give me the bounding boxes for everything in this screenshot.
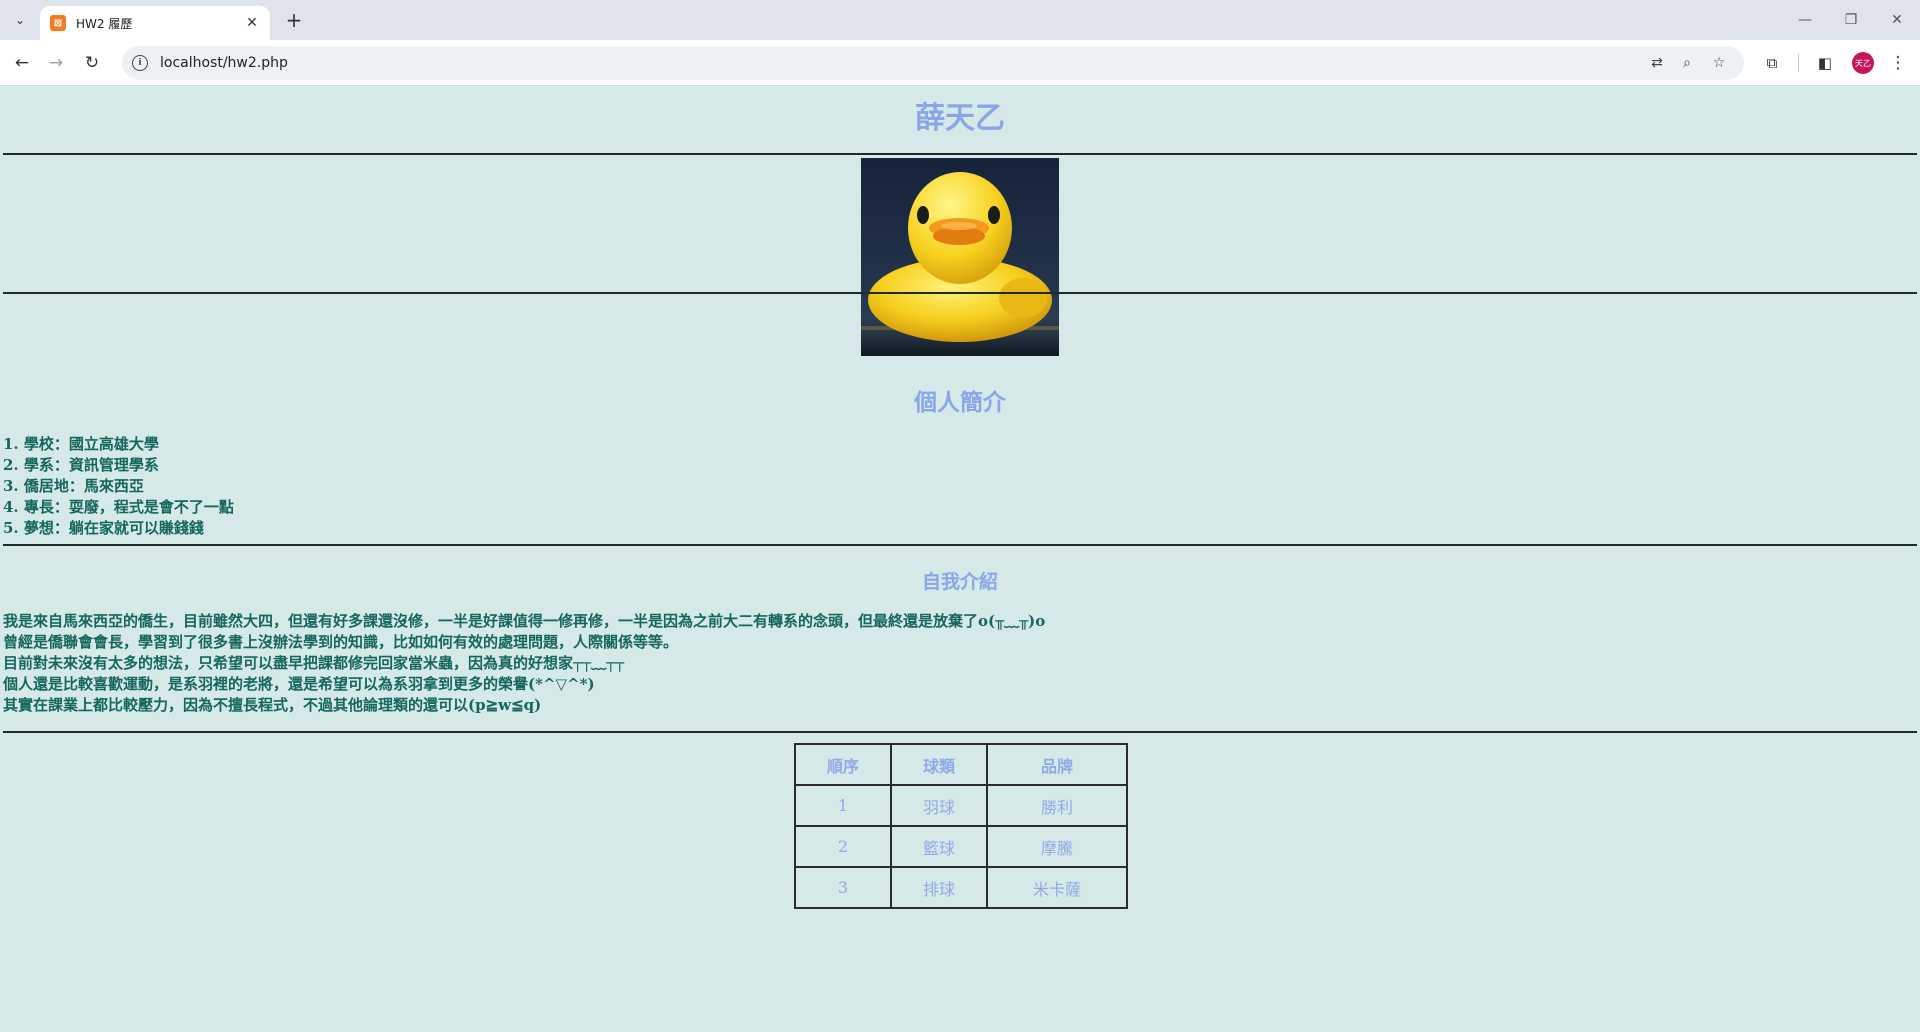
profile-heading: 個人簡介 [914,390,1006,416]
forward-arrow-icon[interactable]: → [44,51,68,75]
avatar[interactable]: 天乙 [1852,52,1874,74]
address-bar[interactable]: i localhost/hw2.php ⇄ ⌕ ☆ [122,46,1744,80]
toolbar-divider [1798,54,1799,72]
table-header: 品牌 [986,743,1128,786]
list-item: 5. 夢想：躺在家就可以賺錢錢 [3,519,204,537]
kebab-menu-icon[interactable]: ⋮ [1888,53,1908,73]
list-item: 2. 學系：資訊管理學系 [3,456,159,474]
intro-line: 個人還是比較喜歡運動，是系羽裡的老將，還是希望可以為系羽拿到更多的榮譽(*^▽^… [3,675,595,693]
window-close-icon[interactable]: ✕ [1874,6,1920,34]
table-header: 球類 [890,743,988,786]
intro-heading: 自我介紹 [921,571,998,593]
table-row: 3 排球 米卡薩 [794,866,1128,909]
table-cell: 勝利 [986,784,1128,827]
intro-line: 我是來自馬來西亞的僑生，目前雖然大四，但還有好多課還沒修，一半是好課值得一修再修… [3,612,1046,630]
restore-icon[interactable]: ❐ [1828,6,1874,34]
page-title: 薛天乙 [915,101,1005,136]
intro-line: 其實在課業上都比較壓力，因為不擅長程式，不過其他論理類的還可以(p≧w≦q) [3,696,542,714]
back-arrow-icon[interactable]: ← [10,51,34,75]
intro-line: 目前對未來沒有太多的想法，只希望可以盡早把課都修完回家當米蟲，因為真的好想家┬┬… [3,654,625,672]
zoom-icon[interactable]: ⌕ [1678,54,1696,72]
tab-strip: ⌄ ⊠ HW2 履歷 ✕ + — ❐ ✕ [0,0,1920,40]
minimize-icon[interactable]: — [1782,6,1828,34]
table-cell: 2 [794,825,892,868]
translate-icon[interactable]: ⇄ [1648,54,1666,72]
divider [3,292,1917,294]
table-row: 2 籃球 摩騰 [794,825,1128,868]
url-text[interactable]: localhost/hw2.php [160,55,288,71]
info-icon[interactable]: i [132,55,148,71]
rubber-duck-image [861,172,1059,356]
page-viewport: 薛天乙 個人簡介 1. 學校：國立高雄大學 2. 學系：資訊管理學系 3. 僑居… [0,86,1920,1032]
table-cell: 米卡薩 [986,866,1128,909]
close-icon[interactable]: ✕ [244,15,260,31]
sports-table: 順序 球類 品牌 1 羽球 勝利 2 籃球 摩騰 3 排球 米卡薩 [794,743,1128,909]
intro-text: 我是來自馬來西亞的僑生，目前雖然大四，但還有好多課還沒修，一半是好課值得一修再修… [3,611,1045,716]
divider [3,544,1917,546]
side-panel-icon[interactable]: ◧ [1815,53,1835,73]
table-header-row: 順序 球類 品牌 [794,743,1128,786]
table-cell: 羽球 [890,784,988,827]
list-item: 4. 專長：耍廢，程式是會不了一點 [3,498,234,516]
browser-tab[interactable]: ⊠ HW2 履歷 ✕ [40,6,270,40]
reload-icon[interactable]: ↻ [80,51,104,75]
star-icon[interactable]: ☆ [1710,54,1728,72]
table-header: 順序 [794,743,892,786]
table-cell: 摩騰 [986,825,1128,868]
chevron-down-icon[interactable]: ⌄ [8,8,32,32]
favicon-icon: ⊠ [50,15,66,31]
list-item: 1. 學校：國立高雄大學 [3,435,159,453]
divider [3,153,1917,155]
divider [3,731,1917,733]
plus-icon[interactable]: + [282,8,306,32]
table-cell: 1 [794,784,892,827]
table-row: 1 羽球 勝利 [794,784,1128,827]
profile-list: 1. 學校：國立高雄大學 2. 學系：資訊管理學系 3. 僑居地：馬來西亞 4.… [3,434,234,539]
puzzle-icon[interactable]: ⧉ [1762,53,1782,73]
table-cell: 籃球 [890,825,988,868]
table-cell: 3 [794,866,892,909]
browser-toolbar: ← → ↻ i localhost/hw2.php ⇄ ⌕ ☆ ⧉ ◧ 天乙 ⋮ [0,40,1920,86]
list-item: 3. 僑居地：馬來西亞 [3,477,144,495]
table-cell: 排球 [890,866,988,909]
rubber-duck-photo [861,158,1059,356]
intro-line: 曾經是僑聯會會長，學習到了很多書上沒辦法學到的知識，比如如何有效的處理問題，人際… [3,633,679,651]
tab-title: HW2 履歷 [76,16,133,31]
